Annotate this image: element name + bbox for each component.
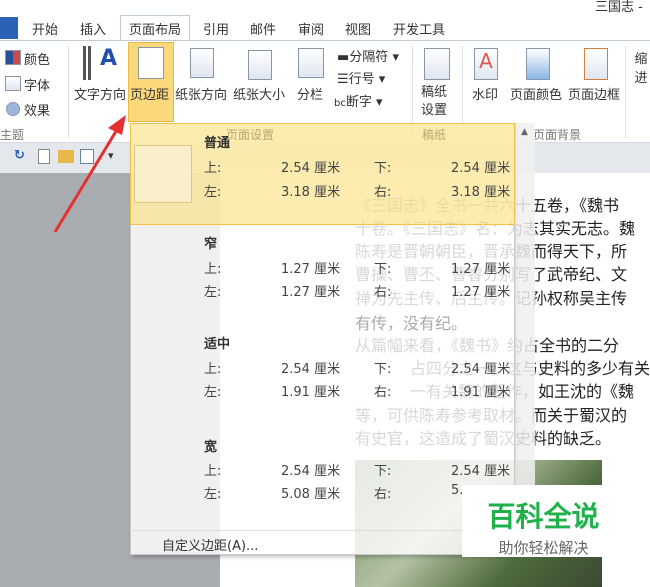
customize-qat-icon[interactable]: ▾: [108, 149, 114, 162]
scroll-up-icon[interactable]: ▲: [516, 127, 528, 137]
value-left: 5.08 厘米: [281, 487, 341, 502]
hyphenation-button[interactable]: bc断字 ▾: [334, 91, 383, 110]
preset-name: 适中: [204, 337, 231, 352]
label-right: 右:: [374, 487, 392, 502]
label-left: 左:: [204, 385, 222, 400]
hyphenation-label: 断字: [345, 95, 372, 110]
label-left: 左:: [204, 185, 222, 200]
colors-icon: [5, 50, 21, 65]
value-bottom: 2.54 厘米: [451, 161, 511, 176]
label-top: 上:: [204, 161, 222, 176]
line-numbers-button[interactable]: ☰行号 ▾: [337, 68, 385, 87]
breaks-button[interactable]: ▬分隔符 ▾: [337, 46, 399, 65]
value-bottom: 1.27 厘米: [451, 262, 511, 277]
custom-margins-menu-item[interactable]: 自定义边距(A)...: [130, 530, 515, 555]
tab-references[interactable]: 引用: [203, 19, 229, 38]
edit-icon[interactable]: [80, 149, 94, 164]
label-bottom: 下:: [374, 161, 392, 176]
tab-view[interactable]: 视图: [345, 19, 371, 38]
breaks-label: 分隔符: [349, 50, 389, 65]
colors-button[interactable]: 颜色: [24, 49, 50, 68]
watermark-icon: A: [474, 48, 498, 80]
orientation-button[interactable]: 纸张方向: [175, 84, 227, 103]
tab-home[interactable]: 开始: [32, 19, 58, 38]
size-button[interactable]: 纸张大小: [233, 84, 285, 103]
label-left: 左:: [204, 285, 222, 300]
group-label-theme: 主题: [0, 128, 25, 142]
page-color-icon: [526, 48, 550, 80]
margin-preset-icon: [134, 145, 192, 203]
page-borders-button[interactable]: 页面边框: [568, 84, 620, 103]
label-top: 上:: [204, 362, 222, 377]
breaks-icon: ▬: [337, 50, 350, 65]
effects-icon: [6, 102, 20, 116]
tab-page-layout[interactable]: 页面布局: [120, 15, 190, 42]
value-bottom: 2.54 厘米: [451, 362, 511, 377]
draft-setup-icon: [424, 48, 450, 80]
label-top: 上:: [204, 464, 222, 479]
text-direction-button[interactable]: 文字方向: [74, 84, 126, 103]
page-borders-icon: [584, 48, 608, 80]
value-top: 2.54 厘米: [281, 362, 341, 377]
watermark-title: 百科全说: [487, 500, 600, 533]
label-left: 左:: [204, 487, 222, 502]
fonts-icon: [5, 76, 21, 91]
size-icon: [248, 50, 272, 80]
margins-button[interactable]: 页边距: [130, 84, 169, 103]
label-top: 上:: [204, 262, 222, 277]
columns-button[interactable]: 分栏: [297, 84, 323, 103]
doc-line: 有传，没有纪。: [355, 314, 468, 333]
tab-insert[interactable]: 插入: [80, 19, 106, 38]
page-color-button[interactable]: 页面颜色: [510, 84, 562, 103]
label-bottom: 下:: [374, 464, 392, 479]
new-document-icon[interactable]: [38, 149, 50, 164]
effects-button[interactable]: 效果: [24, 100, 50, 119]
label-bottom: 下:: [374, 362, 392, 377]
group-label-draft: 稿纸: [422, 128, 447, 142]
value-right: 1.91 厘米: [451, 385, 511, 400]
open-folder-icon[interactable]: [58, 150, 74, 163]
indent-label: 缩进: [634, 52, 648, 86]
label-bottom: 下:: [374, 262, 392, 277]
value-right: 1.27 厘米: [451, 285, 511, 300]
value-left: 1.27 厘米: [281, 285, 341, 300]
group-label-page-setup: 页面设置: [226, 128, 275, 142]
value-right: 3.18 厘米: [451, 185, 511, 200]
line-numbers-icon: ☰: [337, 72, 349, 87]
hyphenation-icon: bc: [334, 98, 346, 109]
orientation-icon: [190, 48, 214, 78]
file-button[interactable]: [0, 17, 18, 39]
watermark-button[interactable]: 水印: [472, 84, 498, 103]
group-label-background: 页面背景: [533, 128, 582, 142]
value-left: 1.91 厘米: [281, 385, 341, 400]
redo-icon[interactable]: ↻: [14, 148, 25, 163]
value-top: 2.54 厘米: [281, 161, 341, 176]
value-left: 3.18 厘米: [281, 185, 341, 200]
columns-icon: [298, 48, 324, 78]
watermark-logo: 百科全说 助你轻松解决: [462, 485, 625, 557]
draft-setup-button[interactable]: 稿纸 设置: [421, 84, 447, 120]
tab-developer[interactable]: 开发工具: [393, 19, 445, 38]
value-top: 2.54 厘米: [281, 464, 341, 479]
text-direction-icon: A: [83, 46, 117, 80]
label-right: 右:: [374, 385, 392, 400]
preset-name: 宽: [204, 440, 218, 455]
label-right: 右:: [374, 185, 392, 200]
preset-name: 窄: [204, 237, 218, 252]
value-top: 1.27 厘米: [281, 262, 341, 277]
margins-icon: [138, 47, 164, 79]
line-numbers-label: 行号: [348, 72, 375, 87]
value-bottom: 2.54 厘米: [451, 464, 511, 479]
tab-review[interactable]: 审阅: [298, 19, 324, 38]
fonts-button[interactable]: 字体: [24, 75, 50, 94]
watermark-subtitle: 助你轻松解决: [498, 539, 589, 557]
window-title: 三国志 -: [595, 0, 643, 15]
label-right: 右:: [374, 285, 392, 300]
tab-mailings[interactable]: 邮件: [250, 19, 276, 38]
